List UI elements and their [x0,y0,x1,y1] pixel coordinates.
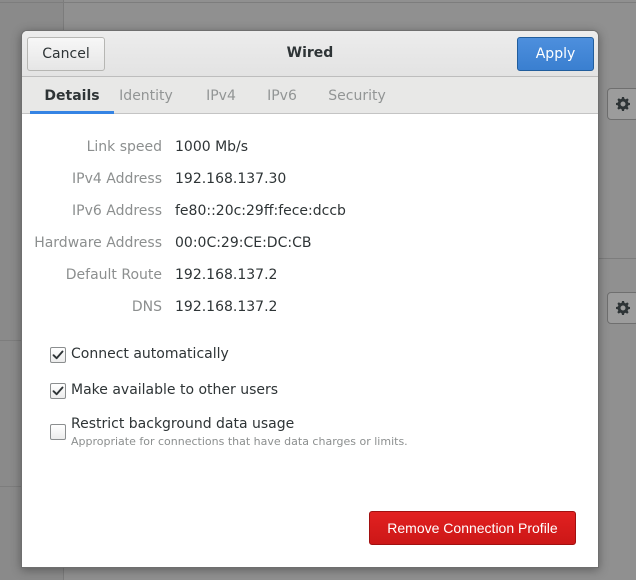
remove-connection-profile-button[interactable]: Remove Connection Profile [369,511,576,545]
detail-label: Hardware Address [34,235,162,251]
connect-automatically-option[interactable]: Connect automatically [50,346,229,363]
detail-label: IPv4 Address [72,171,162,187]
detail-value: 00:0C:29:CE:DC:CB [175,235,312,251]
available-to-other-users-label[interactable]: Make available to other users [71,382,278,398]
detail-value: 192.168.137.30 [175,171,287,187]
connect-automatically-label[interactable]: Connect automatically [71,346,229,362]
detail-label: IPv6 Address [72,203,162,219]
tab-ipv6[interactable]: IPv6 [260,77,304,114]
available-to-other-users-option[interactable]: Make available to other users [50,382,278,399]
tab-ipv4[interactable]: IPv4 [199,77,243,114]
checkmark-icon [52,386,64,396]
background-gear-icon [607,88,636,120]
dialog-title: Wired [286,45,334,61]
detail-label: Default Route [65,267,162,283]
detail-value: 1000 Mb/s [175,139,249,155]
restrict-background-data-checkbox[interactable] [50,424,66,440]
background-divider [0,2,636,3]
detail-row-ipv6: IPv6 Address fe80::20c:29ff:fece:dccb [22,203,598,223]
tab-security[interactable]: Security [324,77,390,114]
detail-label: DNS [131,299,162,315]
restrict-background-data-description: Appropriate for connections that have da… [71,435,408,448]
tab-bar: Details Identity IPv4 IPv6 Security [22,77,598,114]
detail-label: Link speed [86,139,162,155]
detail-row-hardware-address: Hardware Address 00:0C:29:CE:DC:CB [22,235,598,255]
tab-identity[interactable]: Identity [114,77,178,114]
dialog-headerbar: Cancel Wired Apply [22,31,598,77]
detail-row-link-speed: Link speed 1000 Mb/s [22,139,598,159]
background-gear-icon [607,292,636,324]
detail-row-default-route: Default Route 192.168.137.2 [22,267,598,287]
restrict-background-data-label[interactable]: Restrict background data usage [71,416,408,432]
detail-value: 192.168.137.2 [175,267,278,283]
detail-value: fe80::20c:29ff:fece:dccb [175,203,346,219]
tab-details[interactable]: Details [30,77,114,114]
available-to-other-users-checkbox[interactable] [50,383,66,399]
detail-row-ipv4: IPv4 Address 192.168.137.30 [22,171,598,191]
connect-automatically-checkbox[interactable] [50,347,66,363]
wired-settings-dialog: Cancel Wired Apply Details Identity IPv4… [21,30,599,568]
checkmark-icon [52,350,64,360]
restrict-background-data-option[interactable]: Restrict background data usage Appropria… [50,416,408,448]
detail-row-dns: DNS 192.168.137.2 [22,299,598,319]
apply-button[interactable]: Apply [517,37,594,71]
detail-value: 192.168.137.2 [175,299,278,315]
